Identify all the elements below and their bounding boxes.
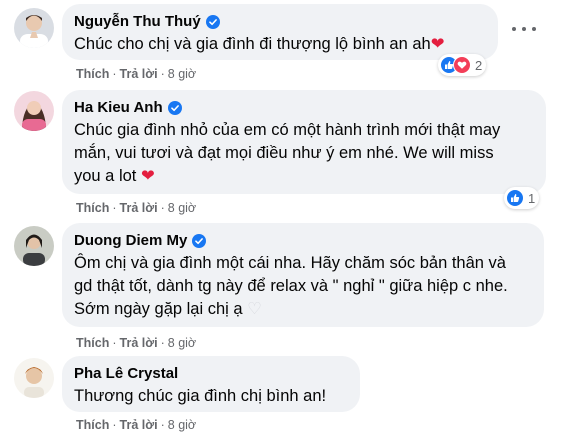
commenter-name[interactable]: Pha Lê Crystal [74, 364, 178, 383]
comment-text: Ôm chị và gia đình một cái nha. Hãy chăm… [74, 254, 508, 318]
like-link[interactable]: Thích [76, 201, 109, 215]
heart-emoji: ❤ [140, 167, 155, 185]
comment-time[interactable]: 8 giờ [168, 418, 196, 432]
verified-badge-icon [192, 233, 207, 248]
comment-text: Chúc cho chị và gia đình đi thượng lộ bì… [74, 35, 445, 53]
reaction-summary[interactable]: 1 [504, 187, 540, 209]
comment-text: Chúc gia đình nhỏ của em có một hành trì… [74, 121, 501, 185]
avatar-photo-icon [14, 91, 54, 131]
avatar[interactable] [14, 8, 54, 48]
avatar-photo-icon [14, 226, 54, 266]
avatar-photo-icon [14, 358, 54, 398]
love-icon [453, 56, 471, 74]
commenter-name[interactable]: Duong Diem My [74, 231, 187, 250]
reply-link[interactable]: Trả lời [120, 67, 158, 81]
comment-bubble: Ha Kieu Anh Chúc gia đình nhỏ của em có … [62, 90, 546, 194]
comment-time[interactable]: 8 giờ [168, 67, 196, 81]
comment-actions: Thích · Trả lời · 8 giờ [76, 336, 197, 350]
avatar[interactable] [14, 358, 54, 398]
comment-bubble: Duong Diem My Ôm chị và gia đình một cái… [62, 223, 544, 327]
comment-bubble: Pha Lê Crystal Thương chúc gia đình chị … [62, 356, 360, 412]
comment-bubble: Nguyễn Thu Thuý Chúc cho chị và gia đình… [62, 4, 498, 60]
verified-badge-icon [167, 100, 182, 115]
reaction-summary[interactable]: 2 [438, 54, 487, 76]
verified-badge-icon [205, 14, 220, 29]
avatar[interactable] [14, 91, 54, 131]
commenter-name[interactable]: Ha Kieu Anh [74, 98, 163, 117]
more-options-icon[interactable] [512, 22, 536, 36]
comment-actions: Thích · Trả lời · 8 giờ [76, 67, 197, 81]
reply-link[interactable]: Trả lời [120, 336, 158, 350]
like-link[interactable]: Thích [76, 67, 109, 81]
reply-link[interactable]: Trả lời [120, 201, 158, 215]
like-icon [506, 189, 524, 207]
reply-link[interactable]: Trả lời [120, 418, 158, 432]
like-link[interactable]: Thích [76, 336, 109, 350]
comment-actions: Thích · Trả lời · 8 giờ [76, 201, 197, 215]
reaction-count: 1 [528, 190, 536, 206]
white-heart-emoji: ♡ [247, 300, 262, 318]
comment-time[interactable]: 8 giờ [168, 336, 196, 350]
heart-emoji: ❤ [430, 35, 445, 53]
comment-actions: Thích · Trả lời · 8 giờ [76, 418, 197, 432]
comment-text: Thương chúc gia đình chị bình an! [74, 387, 327, 405]
comment-time[interactable]: 8 giờ [168, 201, 196, 215]
avatar[interactable] [14, 226, 54, 266]
like-link[interactable]: Thích [76, 418, 109, 432]
commenter-name[interactable]: Nguyễn Thu Thuý [74, 12, 201, 31]
reaction-count: 2 [475, 57, 483, 73]
avatar-photo-icon [14, 8, 54, 48]
